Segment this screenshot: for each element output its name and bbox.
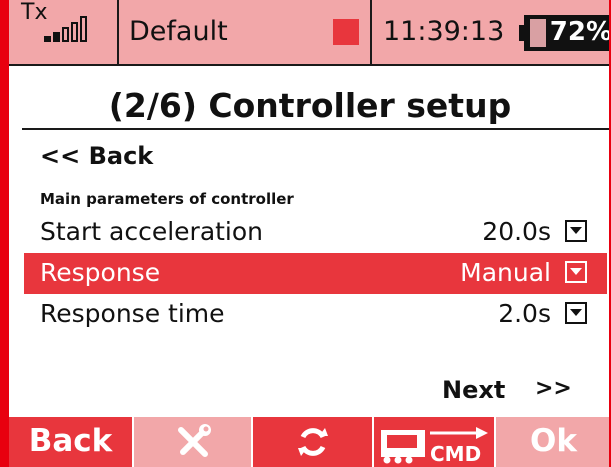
cmd-transfer-icon: CMD [381,427,488,465]
back-softkey[interactable]: Back [9,417,132,467]
back-softkey-label: Back [28,423,113,459]
dropdown-arrow-icon[interactable] [565,302,587,324]
setting-value: Manual [460,258,551,287]
cmd-softkey[interactable]: CMD [374,417,494,467]
refresh-softkey[interactable] [253,417,372,467]
tools-softkey[interactable] [134,417,251,467]
setting-value: 20.0s [482,217,551,246]
ok-softkey-label: Ok [530,423,577,459]
battery-percent: 72% [549,17,611,47]
setting-label: Start acceleration [40,217,264,246]
cmd-label: CMD [430,442,481,465]
section-label: Main parameters of controller [40,190,294,208]
wrench-screwdriver-icon [178,424,211,457]
dropdown-arrow-icon[interactable] [565,261,587,283]
tx-label: Tx [21,0,48,25]
record-indicator [333,19,359,45]
refresh-icon [298,428,328,456]
setting-label: Response [40,258,161,287]
status-separator [370,0,372,64]
dropdown-arrow-icon[interactable] [565,220,587,242]
model-name: Default [129,16,228,47]
title-divider [22,128,611,130]
setting-value: 2.0s [498,299,551,328]
next-arrows[interactable]: >> [535,376,572,401]
next-link[interactable]: Next [442,376,505,404]
setting-row-response[interactable]: Response Manual [24,253,607,294]
battery-indicator: 72% [519,15,611,51]
setting-row-start-acceleration[interactable]: Start acceleration 20.0s [24,212,607,253]
battery-fill [530,19,546,47]
setting-row-response-time[interactable]: Response time 2.0s [24,294,607,335]
back-link[interactable]: << Back [40,142,153,170]
setting-label: Response time [40,299,225,328]
ok-softkey[interactable]: Ok [496,417,611,467]
softkey-bar: Back CMD Ok [9,417,611,467]
status-separator [117,0,119,64]
clock: 11:39:13 [383,16,505,47]
status-bar: Tx Default 11:39:13 72% [9,0,611,66]
battery-nub [519,25,524,41]
page-title: (2/6) Controller setup [108,86,512,125]
left-border [0,0,9,467]
transmitter-status: Tx [9,0,117,64]
